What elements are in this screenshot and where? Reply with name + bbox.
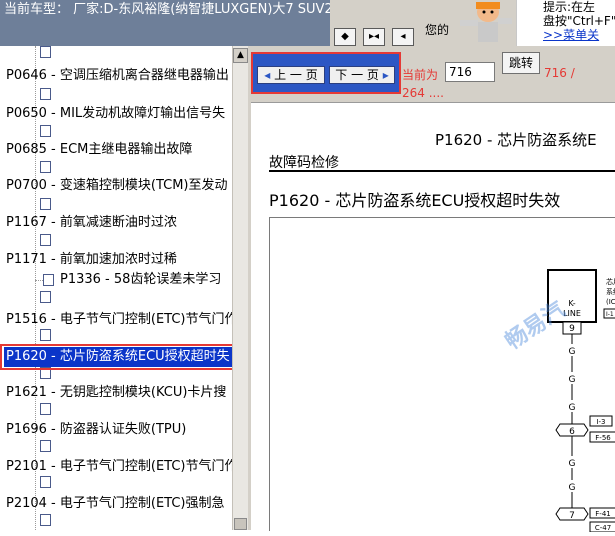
document-icon[interactable] [43, 274, 54, 286]
user-text: 您的 [425, 23, 450, 37]
prev-page-button[interactable]: ◂ 上 一 页 [257, 66, 325, 84]
tree-scrollbar[interactable]: ▲ [232, 46, 248, 530]
page-number-input[interactable] [445, 62, 495, 82]
prev-page-label: 上 一 页 [274, 68, 318, 82]
document-icon[interactable] [40, 291, 51, 303]
menu-link[interactable]: >>菜单关 [543, 28, 615, 42]
tip-line-1: 提示:在左 [543, 0, 596, 14]
connector-i3-label: I-3 [596, 418, 605, 426]
tree-expand-icon: ◆ [341, 31, 349, 42]
tip-box: 提示:在左 盘按"Ctrl+F" >>菜单关 [516, 0, 615, 46]
pin-6-label: 6 [569, 427, 575, 437]
tree-item[interactable]: P1171 - 前氧加速加浓时过稀 [6, 250, 177, 270]
wire-g-label-2: G [569, 375, 576, 385]
document-icon[interactable] [40, 329, 51, 341]
document-icon[interactable] [40, 476, 51, 488]
next-page-label: 下 一 页 [335, 68, 379, 82]
total-pages-label: 716 / [544, 66, 575, 80]
chevron-left-icon: ◂ [264, 68, 271, 82]
top-bar: 当前车型： 厂家:D-东风裕隆(纳智捷LUXGEN)大7 SUV2014 ◆ ▸… [0, 0, 615, 46]
scroll-thumb[interactable] [234, 518, 247, 530]
page-remainder-label: 264 .... [402, 86, 444, 100]
tree-collapse-button[interactable]: ▸◂ [363, 28, 385, 46]
wiring-diagram-svg: K- LINE 芯片 系统 (IC I-1 9 G G G 6 I-3 F-56 [547, 269, 615, 533]
pager-bar: ◂ 上 一 页 下 一 页 ▸ 当前为 跳转 716 / 264 .... [251, 46, 615, 102]
selected-tree-item[interactable]: P1620 - 芯片防盗系统ECU授权超时失 [0, 344, 232, 370]
tree-item[interactable]: P0685 - ECM主继电器输出故障 [6, 140, 192, 160]
chevron-up-icon: ▲ [237, 50, 244, 60]
page-nav-group: ◂ 上 一 页 下 一 页 ▸ [251, 52, 401, 94]
tree-item[interactable]: P1621 - 无钥匙控制模块(KCU)卡片搜 [6, 383, 226, 403]
tree-item[interactable]: P2101 - 电子节气门控制(ETC)节气门作 [6, 457, 232, 477]
jump-button[interactable]: 跳转 [502, 52, 540, 74]
current-page-label: 当前为 [402, 68, 439, 82]
back-icon: ◂ [400, 31, 406, 42]
connector-c47-label: C-47 [595, 524, 611, 532]
wire-g-label-3: G [569, 403, 576, 413]
selected-tree-item-label: P1620 - 芯片防盗系统ECU授权超时失 [4, 347, 232, 367]
document-icon[interactable] [40, 161, 51, 173]
connector-f56-label: F-56 [595, 434, 611, 442]
tree-expand-button[interactable]: ◆ [334, 28, 356, 46]
current-car-model-label: 当前车型： 厂家:D-东风裕隆(纳智捷LUXGEN)大7 SUV2014 [0, 0, 330, 46]
document-icon[interactable] [40, 198, 51, 210]
document-header-title: P1620 - 芯片防盗系统E [435, 131, 597, 149]
document-section-title: 故障码检修 [269, 155, 339, 171]
k-line-label: K- [568, 299, 575, 308]
scroll-up-button[interactable]: ▲ [233, 48, 248, 63]
document-view: P1620 - 芯片防盗系统E 故障码检修 P1620 - 芯片防盗系统ECU授… [251, 102, 615, 533]
connector-i1-label: I-1 [606, 311, 614, 318]
tree-item[interactable]: P1516 - 电子节气门控制(ETC)节气门作 [6, 310, 232, 330]
wire-g-label-4: G [569, 459, 576, 469]
document-icon[interactable] [40, 440, 51, 452]
tree-collapse-icon: ▸◂ [368, 31, 380, 42]
document-title: P1620 - 芯片防盗系统ECU授权超时失效 [269, 191, 561, 210]
document-icon[interactable] [40, 403, 51, 415]
tip-line-2: 盘按"Ctrl+F" [543, 14, 615, 28]
tree-item[interactable]: P0646 - 空调压缩机离合器继电器输出 [6, 66, 229, 86]
pin-7-label: 7 [569, 511, 575, 521]
wire-g-label-1: G [569, 347, 576, 357]
mascot-image [460, 2, 512, 42]
tree-connector [35, 280, 43, 281]
fault-code-tree: P0646 - 空调压缩机离合器继电器输出 P0650 - MIL发动机故障灯输… [0, 46, 232, 530]
side-label-3: (IC [606, 298, 615, 306]
wire-g-label-5: G [569, 483, 576, 493]
document-icon[interactable] [40, 46, 51, 58]
tree-item[interactable]: P1696 - 防盗器认证失败(TPU) [6, 420, 186, 440]
side-label-2: 系统 [606, 287, 615, 296]
document-icon[interactable] [40, 88, 51, 100]
document-icon[interactable] [40, 514, 51, 526]
wiring-diagram: K- LINE 芯片 系统 (IC I-1 9 G G G 6 I-3 F-56 [269, 217, 615, 533]
tree-item[interactable]: P0650 - MIL发动机故障灯输出信号失 [6, 104, 225, 124]
chevron-right-icon: ▸ [382, 68, 389, 82]
tree-item[interactable]: P0700 - 变速箱控制模块(TCM)至发动 [6, 176, 228, 196]
document-icon[interactable] [40, 234, 51, 246]
header-rule [269, 170, 615, 172]
side-label-1: 芯片 [606, 277, 615, 286]
connector-f41-label: F-41 [595, 510, 610, 518]
back-button[interactable]: ◂ [392, 28, 414, 46]
tree-item[interactable]: P1336 - 58齿轮误差未学习 [60, 270, 221, 290]
next-page-button[interactable]: 下 一 页 ▸ [329, 66, 395, 84]
tree-item[interactable]: P1167 - 前氧减速断油时过浓 [6, 213, 177, 233]
pin-9-label: 9 [569, 324, 575, 334]
document-icon[interactable] [40, 125, 51, 137]
tree-item[interactable]: P2104 - 电子节气门控制(ETC)强制急 [6, 494, 225, 514]
